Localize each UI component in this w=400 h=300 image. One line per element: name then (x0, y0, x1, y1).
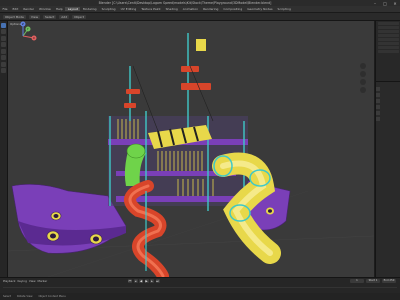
properties-editor[interactable] (376, 83, 400, 277)
axis-z-label: Z (22, 22, 24, 26)
render-props-icon[interactable] (376, 93, 380, 97)
menu-window[interactable]: Window (37, 7, 54, 11)
workspace-tab-animation[interactable]: Animation (180, 7, 200, 11)
rotate-tool-icon[interactable] (1, 42, 6, 47)
jump-end-icon[interactable]: ⏭ (155, 279, 160, 283)
next-keyframe-icon[interactable]: ▸ (150, 279, 154, 283)
workspace-tab-texture-paint[interactable]: Texture Paint (139, 7, 163, 11)
annotate-tool-icon[interactable] (1, 61, 6, 67)
workspace-tab-sculpting[interactable]: Sculpting (99, 7, 118, 11)
outliner-row (378, 22, 399, 25)
status-bar: Select Rotate View Object Context Menu (0, 293, 400, 300)
status-rotate-hint: Rotate View (17, 295, 33, 298)
window-title: Blender [C:\Users\Cenit\Desktop\Lagom Sp… (98, 1, 272, 5)
navigation-gizmo[interactable]: X Y Z (8, 21, 38, 51)
workspace-tab-uv-editing[interactable]: UV Editing (118, 7, 139, 11)
close-button[interactable]: ✕ (390, 1, 400, 6)
flag-yellow (196, 39, 206, 51)
timeline: Playback Keying View Marker ⏮ ◂ ◀ ▶ ▸ ⏭ … (0, 277, 400, 294)
jump-start-icon[interactable]: ⏮ (128, 279, 132, 283)
marker-menu[interactable]: Marker (38, 279, 48, 283)
workspace-tab-shading[interactable]: Shading (163, 7, 180, 11)
output-props-icon[interactable] (376, 99, 380, 103)
barrel-row (181, 83, 211, 90)
status-context-hint: Object Context Menu (38, 295, 66, 298)
select-menu[interactable]: Select (43, 14, 57, 19)
menu-edit[interactable]: Edit (10, 7, 21, 11)
world-props-icon[interactable] (376, 111, 380, 115)
axis-x-label: X (33, 36, 35, 40)
keying-menu[interactable]: Keying (17, 279, 26, 283)
workspace-tab-modeling[interactable]: Modeling (80, 7, 99, 11)
start-frame-field[interactable]: Start 1 (366, 279, 380, 283)
playground-model (8, 33, 374, 277)
outliner-row (378, 34, 399, 37)
outliner-row (378, 50, 399, 53)
outliner-row (378, 38, 399, 41)
outliner-row (378, 42, 399, 45)
select-box-tool-icon[interactable] (1, 22, 6, 28)
transform-tool-icon[interactable] (1, 55, 6, 60)
add-menu[interactable]: Add (59, 14, 70, 19)
end-frame-field[interactable]: End 250 (382, 279, 396, 283)
pan-hand-icon[interactable] (360, 71, 366, 77)
viewport-toolbar: Object Mode View Select Add Object (0, 13, 400, 21)
zoom-icon[interactable] (360, 63, 366, 69)
workspace-tab-geometry-nodes[interactable]: Geometry Nodes (245, 7, 275, 11)
outliner-row (378, 46, 399, 49)
playback-menu[interactable]: Playback (3, 279, 15, 283)
menu-file[interactable]: File (0, 7, 10, 11)
perspective-toggle-icon[interactable] (360, 87, 366, 93)
outliner-row (378, 30, 399, 33)
workspace-tab-compositing[interactable]: Compositing (221, 7, 245, 11)
status-select-hint: Select (3, 295, 12, 298)
tool-shelf (0, 21, 8, 283)
workspace-tab-scripting[interactable]: Scripting (275, 7, 293, 11)
view-menu[interactable]: View (28, 14, 41, 19)
workspace-tab-layout[interactable]: Layout (65, 7, 81, 11)
minimize-button[interactable]: – (370, 1, 380, 6)
workspace-tab-rendering[interactable]: Rendering (201, 7, 221, 11)
outliner[interactable] (376, 21, 400, 82)
scale-tool-icon[interactable] (1, 48, 6, 54)
move-tool-icon[interactable] (1, 35, 6, 41)
menu-bar: File Edit Render Window Help Layout Mode… (0, 6, 400, 13)
object-props-icon[interactable] (376, 117, 380, 121)
mode-select[interactable]: Object Mode (3, 14, 26, 19)
timeline-view-menu[interactable]: View (29, 279, 36, 283)
cursor-tool-icon[interactable] (1, 29, 6, 34)
play-icon[interactable]: ▶ (144, 279, 149, 283)
measure-tool-icon[interactable] (1, 68, 6, 73)
scene-props-icon[interactable] (376, 105, 380, 109)
play-reverse-icon[interactable]: ◀ (139, 279, 143, 283)
viewport-header: Options (8, 21, 374, 26)
object-menu[interactable]: Object (72, 14, 86, 19)
current-frame-field[interactable]: 1 (350, 279, 364, 283)
camera-view-icon[interactable] (360, 79, 366, 85)
tool-props-icon[interactable] (376, 87, 380, 91)
barrel-top (181, 66, 199, 72)
prev-keyframe-icon[interactable]: ◂ (133, 279, 138, 283)
outliner-row (378, 26, 399, 29)
menu-help[interactable]: Help (53, 7, 65, 11)
right-panel (375, 21, 400, 277)
menu-render[interactable]: Render (21, 7, 37, 11)
3d-viewport[interactable]: Options X Y Z (8, 21, 374, 277)
maximize-button[interactable]: □ (380, 1, 390, 6)
